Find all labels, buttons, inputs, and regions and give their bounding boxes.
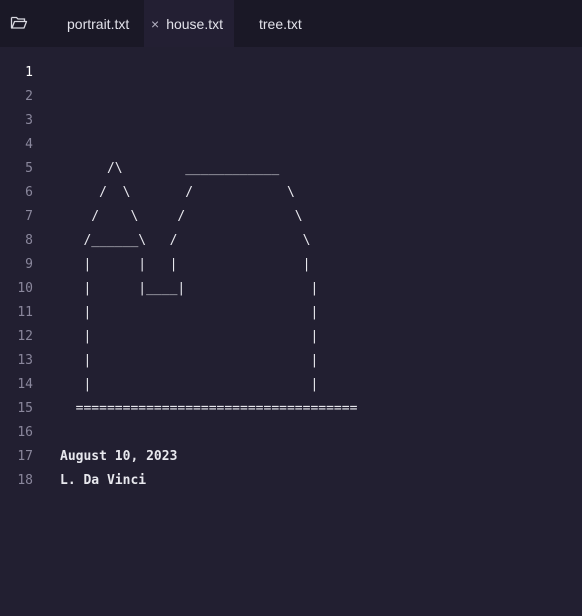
- line-number: 1: [25, 65, 33, 80]
- line-number: 10: [17, 281, 33, 296]
- line-number: 15: [17, 401, 33, 416]
- line-number: 3: [25, 113, 33, 128]
- tab-label: portrait.txt: [67, 15, 130, 32]
- text-line: | |: [60, 305, 319, 320]
- tab-label: tree.txt: [259, 15, 302, 32]
- line-number: 6: [25, 185, 33, 200]
- text-line: / \ / \: [60, 185, 295, 200]
- date-line: August 10, 2023: [60, 449, 178, 464]
- line-number: 17: [17, 449, 33, 464]
- text-line: / \ / \: [60, 209, 303, 224]
- line-number: 11: [17, 305, 33, 320]
- open-folder-button[interactable]: [8, 14, 30, 34]
- text-editor[interactable]: 1 2 3 4 5 6 7 8 9 10 11 12 13 14 15 16 1…: [0, 61, 582, 616]
- text-line: | |: [60, 353, 319, 368]
- folder-icon: [10, 15, 28, 34]
- tab-tree[interactable]: tree.txt: [234, 0, 324, 47]
- line-number: 9: [25, 257, 33, 272]
- line-number: 5: [25, 161, 33, 176]
- text-line: | | | |: [60, 257, 311, 272]
- signature-line: L. Da Vinci: [60, 473, 147, 488]
- line-number: 13: [17, 353, 33, 368]
- line-number: 8: [25, 233, 33, 248]
- text-line: /\ ____________: [60, 161, 280, 176]
- text-line: [60, 85, 357, 109]
- text-line: | |: [60, 377, 319, 392]
- line-number: 12: [17, 329, 33, 344]
- text-line: [60, 133, 357, 157]
- text-line: | |____| |: [60, 281, 319, 296]
- line-number: 18: [17, 473, 33, 488]
- editor-content[interactable]: /\ ____________ / \ / \ / \ / \ /______\…: [60, 61, 357, 493]
- text-line: [60, 61, 357, 85]
- text-line: [60, 109, 357, 133]
- close-icon[interactable]: ×: [151, 16, 159, 32]
- line-number: 4: [25, 137, 33, 152]
- text-line: [60, 421, 357, 445]
- line-number: 2: [25, 89, 33, 104]
- line-number-gutter: 1 2 3 4 5 6 7 8 9 10 11 12 13 14 15 16 1…: [0, 61, 40, 493]
- tab-bar: portrait.txt × house.txt tree.txt: [0, 0, 582, 47]
- line-number: 14: [17, 377, 33, 392]
- text-line: | |: [60, 329, 319, 344]
- tab-house[interactable]: × house.txt: [144, 0, 234, 47]
- tab-label: house.txt: [166, 15, 224, 32]
- line-number: 7: [25, 209, 33, 224]
- text-line: ====================================: [60, 401, 358, 416]
- tab-portrait[interactable]: portrait.txt: [56, 0, 144, 47]
- text-line: /______\ / \: [60, 233, 311, 248]
- line-number: 16: [17, 425, 33, 440]
